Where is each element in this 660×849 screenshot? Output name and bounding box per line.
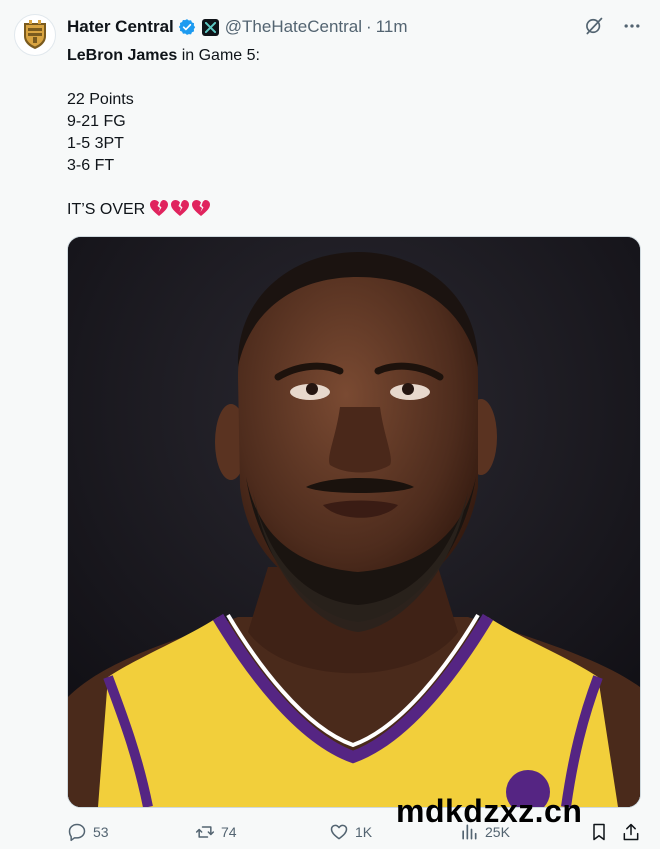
player-photo-illustration	[68, 237, 640, 807]
tweet-card[interactable]: Hater Central @TheHateCentral · 11m LeBr…	[0, 0, 660, 849]
timestamp[interactable]: 11m	[376, 17, 408, 37]
bookmark-icon	[593, 823, 605, 841]
crest-logo-icon	[24, 20, 46, 49]
stat-line: 3-6 FT	[67, 157, 115, 174]
separator-dot: ·	[366, 17, 372, 36]
share-icon	[623, 823, 639, 841]
mention-link[interactable]: LeBron James	[67, 47, 177, 64]
tweet-top-actions	[584, 16, 642, 41]
like-count: 1K	[355, 824, 373, 840]
tweet-photo[interactable]	[67, 236, 641, 808]
stat-line: 1-5 3PT	[67, 135, 124, 152]
verified-badge-icon	[178, 18, 196, 36]
broken-heart-icon	[192, 200, 211, 216]
broken-heart-icon	[171, 200, 190, 216]
share-button[interactable]	[621, 822, 641, 842]
retweet-icon	[195, 826, 215, 838]
grok-icon[interactable]	[584, 16, 604, 41]
like-button[interactable]: 1K	[329, 822, 372, 842]
reply-button[interactable]: 53	[67, 822, 109, 842]
broken-hearts	[149, 199, 211, 217]
tweet-header: Hater Central @TheHateCentral · 11m	[67, 16, 408, 38]
intro-line: LeBron James in Game 5:	[67, 45, 627, 67]
intro-text: in Game 5:	[177, 47, 260, 64]
stat-line: 9-21 FG	[67, 113, 126, 130]
avatar[interactable]	[14, 14, 56, 56]
author-handle[interactable]: @TheHateCentral	[225, 17, 362, 37]
more-options-icon[interactable]	[622, 16, 642, 41]
retweet-button[interactable]: 74	[195, 822, 237, 842]
broken-heart-icon	[150, 200, 169, 216]
tweet-text: LeBron James in Game 5: 22 Points 9-21 F…	[67, 45, 627, 221]
bookmark-button[interactable]	[589, 822, 609, 842]
closing-line: IT’S OVER	[67, 199, 627, 221]
author-display-name[interactable]: Hater Central	[67, 17, 174, 37]
reply-icon	[68, 823, 86, 842]
watermark-text: mdkdzxz.cn	[396, 793, 583, 829]
stat-line: 22 Points	[67, 91, 134, 108]
x-affiliate-icon	[201, 18, 219, 36]
reply-count: 53	[93, 824, 109, 840]
retweet-count: 74	[221, 824, 237, 840]
closing-text: IT’S OVER	[67, 201, 146, 218]
heart-icon	[330, 824, 348, 840]
